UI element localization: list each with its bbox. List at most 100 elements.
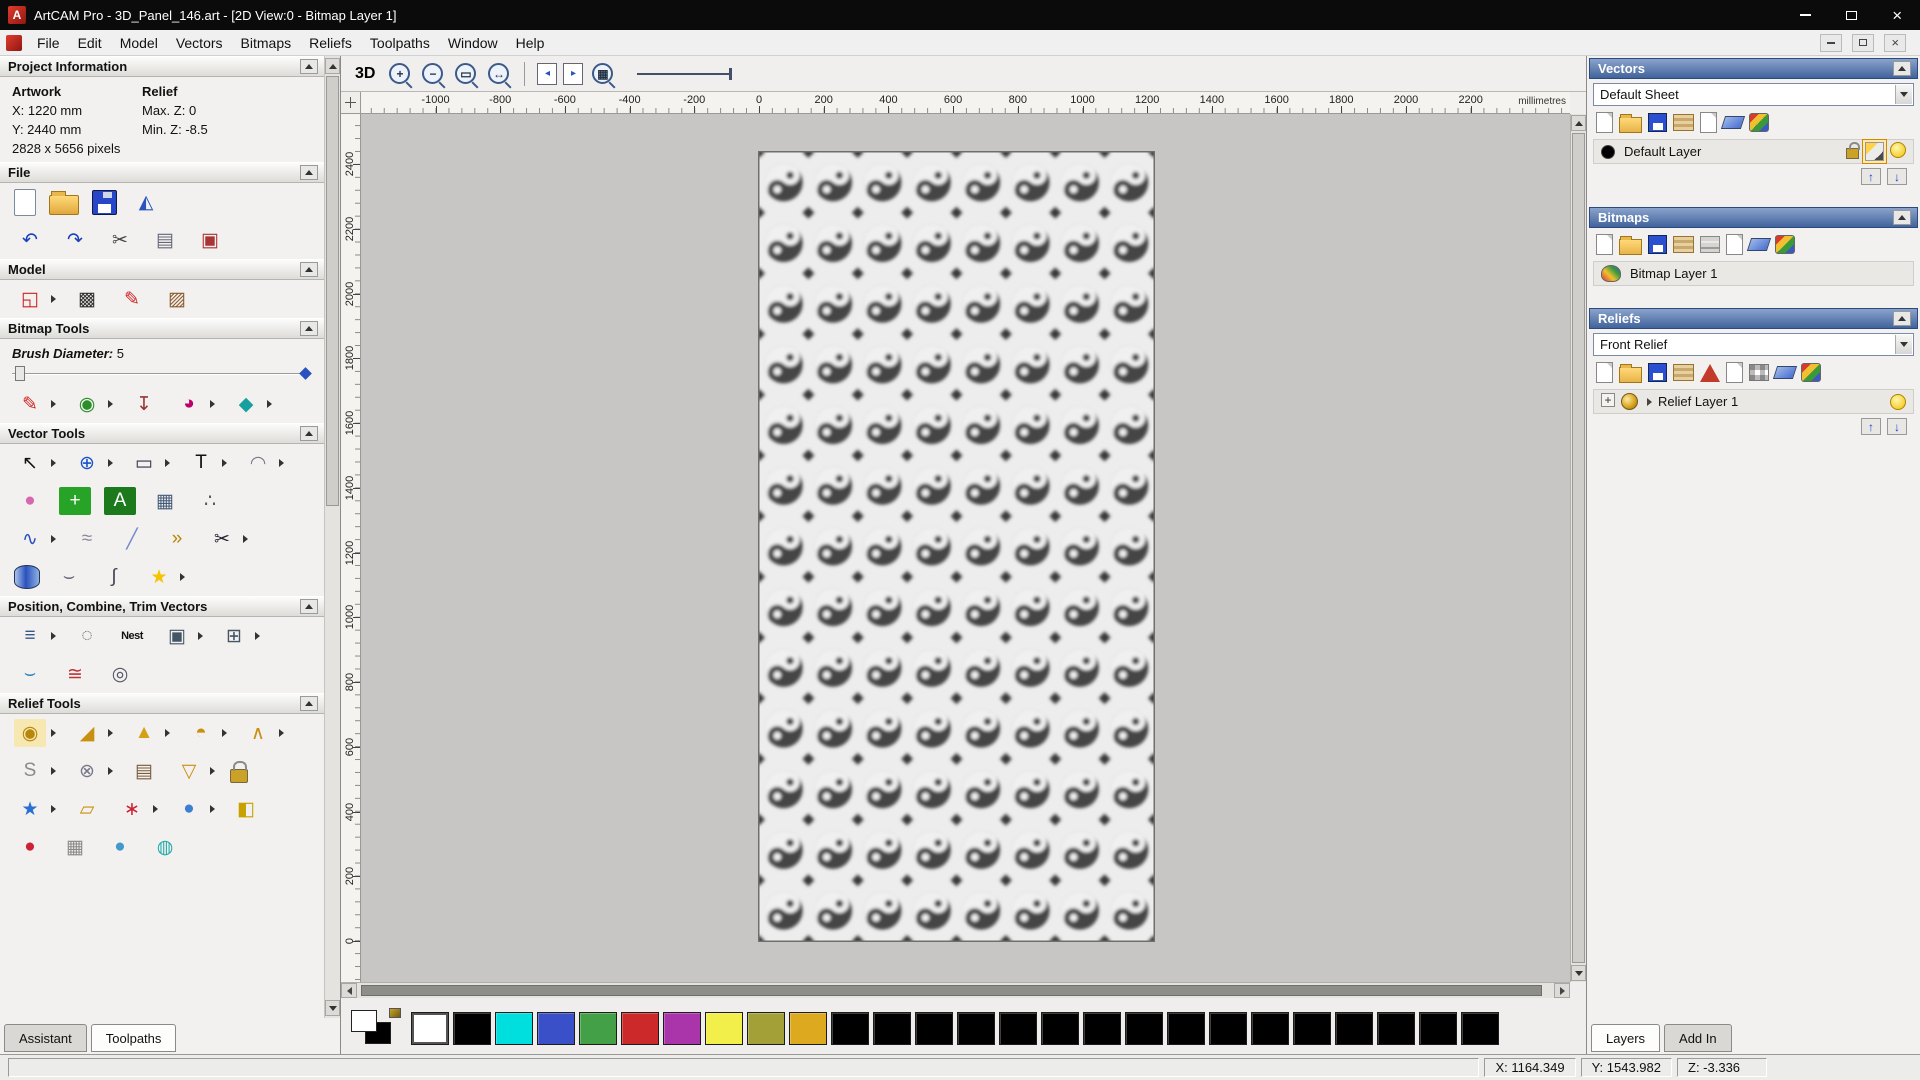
import-bitmap-icon[interactable] (1673, 236, 1694, 253)
expand-arrow-icon[interactable] (1647, 397, 1652, 406)
weave-wizard-icon[interactable]: ⊗ (71, 757, 103, 785)
canvas-vertical-scrollbar[interactable] (1570, 114, 1586, 982)
palette-swatch[interactable] (1293, 1011, 1331, 1045)
foreground-colour-chip[interactable] (351, 1010, 377, 1032)
scrollbar-thumb[interactable] (326, 76, 339, 506)
palette-swatch[interactable] (495, 1011, 533, 1045)
wrap-text-icon[interactable]: A (104, 487, 136, 515)
adjust-bitmap-icon[interactable] (1700, 236, 1720, 253)
new-model-icon[interactable] (14, 188, 36, 216)
sculpt-icon[interactable]: ● (14, 833, 46, 861)
polyline-tool-icon[interactable]: ∿ (14, 525, 46, 553)
wave-icon[interactable]: ◍ (149, 833, 181, 861)
fit-arcs-icon[interactable]: ╱ (116, 525, 148, 553)
collapse-button[interactable] (1893, 61, 1911, 76)
palette-swatch[interactable] (1461, 1011, 1499, 1045)
turn-wizard-icon[interactable]: ◓ (185, 719, 217, 747)
palette-swatch[interactable] (1377, 1011, 1415, 1045)
adjust-lighting-icon[interactable]: ▩ (71, 285, 103, 313)
flyout-arrow-icon[interactable] (210, 805, 215, 813)
relief-pattern-panel[interactable] (759, 152, 1154, 941)
tab-toolpaths[interactable]: Toolpaths (90, 1024, 177, 1052)
zoom-out-icon[interactable]: − (422, 63, 444, 84)
flyout-arrow-icon[interactable] (108, 729, 113, 737)
paste-along-curve-icon[interactable]: ▦ (149, 487, 181, 515)
import-vectors-icon[interactable] (1673, 114, 1694, 131)
flyout-arrow-icon[interactable] (108, 767, 113, 775)
envelope-distort-icon[interactable]: ▱ (71, 795, 103, 823)
flyout-arrow-icon[interactable] (165, 459, 170, 467)
paint-selective-icon[interactable]: ◉ (71, 390, 103, 418)
open-vector-layer-icon[interactable] (1619, 114, 1642, 133)
trim-fillet-icon[interactable]: ⌣ (14, 660, 46, 688)
smooth-relief-icon[interactable]: S (14, 757, 46, 785)
scroll-up-button[interactable] (1571, 115, 1586, 131)
flyout-arrow-icon[interactable] (51, 400, 56, 408)
extrude-wizard-icon[interactable]: ▲ (128, 719, 160, 747)
relief-layer-up-icon[interactable]: ↑ (1861, 418, 1881, 435)
zoom-fit-icon[interactable]: ↔ (488, 63, 510, 84)
palette-swatch[interactable] (1125, 1011, 1163, 1045)
new-relief-layer-icon[interactable] (1596, 362, 1613, 383)
palette-swatch[interactable] (705, 1011, 743, 1045)
assistant-scrollbar[interactable] (324, 56, 340, 1018)
open-relief-layer-icon[interactable] (1619, 364, 1642, 383)
palette-swatch[interactable] (1167, 1011, 1205, 1045)
set-model-size-icon[interactable]: ◱ (14, 285, 46, 313)
select-vectors-icon[interactable]: ↖ (14, 449, 46, 477)
tab-add-in[interactable]: Add In (1664, 1024, 1732, 1052)
scroll-up-button[interactable] (325, 58, 340, 74)
merge-vector-layers-icon[interactable] (1749, 113, 1769, 132)
mdi-close-button[interactable]: × (1884, 33, 1906, 52)
reset-protect-icon[interactable] (230, 760, 248, 783)
flyout-arrow-icon[interactable] (153, 805, 158, 813)
relief-visibility-icon[interactable] (1890, 393, 1906, 410)
palette-swatch[interactable] (999, 1011, 1037, 1045)
scroll-left-button[interactable] (341, 983, 357, 998)
vector-layer-row[interactable]: Default Layer (1593, 139, 1914, 164)
vector-layer-up-icon[interactable]: ↑ (1861, 168, 1881, 185)
menu-item-help[interactable]: Help (507, 30, 554, 56)
save-relief-layer-icon[interactable] (1648, 363, 1667, 382)
export-vectors-icon[interactable] (1700, 112, 1717, 133)
menu-item-model[interactable]: Model (111, 30, 167, 56)
copy-relief-layer-icon[interactable] (1726, 362, 1743, 383)
delete-bitmap-layer-icon[interactable] (1746, 238, 1772, 251)
view-3d-button[interactable]: 3D (355, 63, 375, 85)
relief-layer-row[interactable]: + Relief Layer 1 (1593, 389, 1914, 414)
scroll-right-button[interactable] (1554, 983, 1570, 998)
flyout-arrow-icon[interactable] (108, 400, 113, 408)
scrollbar-thumb[interactable] (361, 985, 1542, 996)
polygon-tool-icon[interactable]: + (59, 487, 91, 515)
palette-swatch[interactable] (1419, 1011, 1457, 1045)
mdi-minimize-button[interactable] (1820, 33, 1842, 52)
palette-swatch[interactable] (1335, 1011, 1373, 1045)
view-back-icon[interactable]: ◂ (537, 62, 558, 85)
palette-swatch[interactable] (1041, 1011, 1079, 1045)
flyout-arrow-icon[interactable] (51, 632, 56, 640)
flyout-arrow-icon[interactable] (51, 767, 56, 775)
add-relief-layer-icon[interactable]: + (1601, 393, 1615, 407)
palette-swatch[interactable] (747, 1011, 785, 1045)
zoom-box-icon[interactable]: ▭ (455, 63, 477, 84)
text-tool-icon[interactable]: T (185, 449, 217, 477)
flyout-arrow-icon[interactable] (165, 729, 170, 737)
align-vectors-icon[interactable]: ≡ (14, 622, 46, 650)
section-slider[interactable] (637, 67, 733, 80)
scrollbar-thumb[interactable] (1572, 133, 1585, 963)
import-model-icon[interactable]: ◭ (130, 188, 162, 216)
import-relief-icon[interactable] (1673, 364, 1694, 381)
angled-plane-icon[interactable]: ◢ (71, 719, 103, 747)
add-annotation-icon[interactable]: ✎ (116, 285, 148, 313)
brush-diameter-slider[interactable] (12, 365, 312, 383)
collapse-button[interactable] (1893, 210, 1911, 225)
triangulate-relief-icon[interactable] (1700, 363, 1720, 382)
new-vector-layer-icon[interactable] (1596, 112, 1613, 133)
relief-grid-icon[interactable] (1749, 364, 1769, 381)
weld-vectors-icon[interactable]: ⊞ (218, 622, 250, 650)
relief-layer-icon[interactable] (1621, 393, 1638, 410)
palette-swatch[interactable] (1251, 1011, 1289, 1045)
zoom-in-icon[interactable]: + (389, 63, 411, 84)
flyout-arrow-icon[interactable] (222, 729, 227, 737)
offset-relief-icon[interactable]: ◧ (230, 795, 262, 823)
